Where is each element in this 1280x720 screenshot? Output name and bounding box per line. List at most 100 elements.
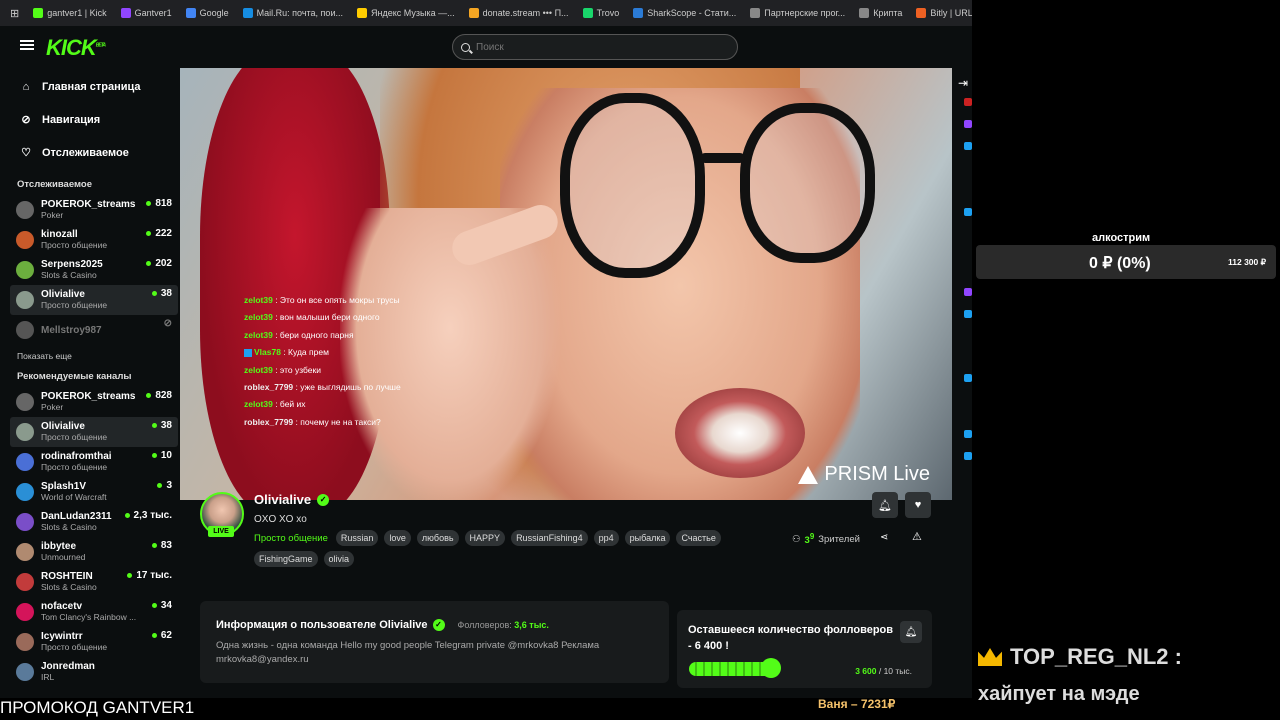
stream-tag[interactable]: olivia bbox=[323, 551, 355, 567]
expand-chat-icon[interactable]: ⇥ bbox=[958, 76, 968, 90]
chat-message: zelot39 : бери одного парня bbox=[244, 327, 401, 344]
donation-goal-title: алкострим bbox=[1092, 232, 1151, 244]
rail-badge bbox=[964, 374, 972, 382]
bookmark-favicon-icon bbox=[859, 8, 870, 18]
nav-browse[interactable]: ⊘ Навигация bbox=[10, 103, 178, 136]
channel-category: Просто общение bbox=[41, 240, 108, 250]
chat-text: : почему не на такси? bbox=[295, 416, 381, 427]
chat-message: roblex_7799 : почему не на такси? bbox=[244, 414, 401, 431]
notification-button[interactable]: 🔔︎ bbox=[872, 492, 898, 518]
rail-badge bbox=[964, 310, 972, 318]
viewer-number: 17 тыс. bbox=[136, 570, 172, 581]
stream-tag[interactable]: Russian bbox=[335, 530, 379, 546]
bookmark-item[interactable]: Google bbox=[185, 8, 229, 18]
bookmark-item[interactable]: Партнерские прог... bbox=[750, 8, 845, 18]
stream-tag[interactable]: Счастье bbox=[676, 530, 721, 546]
apps-grid-icon[interactable]: ⊞ bbox=[10, 7, 19, 20]
bookmark-item[interactable]: gantver1 | Kick bbox=[33, 8, 107, 18]
channel-viewers: 62 bbox=[151, 630, 172, 641]
heart-icon: ♥ bbox=[914, 499, 922, 511]
bookmark-item[interactable]: Крипта bbox=[859, 8, 902, 18]
goal-bell-button[interactable]: 🔔︎ bbox=[900, 621, 922, 643]
sidebar-channel[interactable]: POKEROK_streams Poker 818 bbox=[10, 195, 178, 225]
sidebar-channel[interactable]: Olivialive Просто общение 38 bbox=[10, 417, 178, 447]
obs-overlay-panel bbox=[972, 0, 1280, 720]
channel-category: Poker bbox=[41, 402, 64, 412]
video-frame bbox=[675, 388, 805, 478]
bookmark-item[interactable]: SharkScope - Стати... bbox=[633, 8, 736, 18]
channel-avatar bbox=[16, 483, 34, 501]
live-dot-icon bbox=[151, 543, 157, 548]
stream-tag[interactable]: рыбалка bbox=[624, 530, 671, 546]
sidebar-channel[interactable]: ibbytee Unmourned 83 bbox=[10, 537, 178, 567]
following-section-title: Отслеживаемое bbox=[17, 179, 92, 190]
sidebar-channel[interactable]: kinozall Просто общение 222 bbox=[10, 225, 178, 255]
viewer-number: 202 bbox=[155, 258, 172, 269]
bookmark-favicon-icon bbox=[633, 8, 644, 18]
search-input[interactable] bbox=[476, 41, 716, 53]
channel-viewers: 38 bbox=[151, 420, 172, 431]
offline-icon: ⊘ bbox=[163, 318, 172, 329]
follower-goal-panel: Оставшееся количество фолловеров - 6 400… bbox=[677, 610, 932, 688]
nav-following[interactable]: ♡ Отслеживаемое bbox=[10, 136, 178, 169]
search-bar[interactable] bbox=[452, 34, 738, 60]
bookmark-item[interactable]: Mail.Ru: почта, пои... bbox=[242, 8, 343, 18]
share-icon[interactable]: ⋖ bbox=[880, 532, 888, 543]
stream-tag[interactable]: HAPPY bbox=[464, 530, 506, 546]
rail-badge bbox=[964, 430, 972, 438]
sidebar-channel[interactable]: Splash1V World of Warcraft 3 bbox=[10, 477, 178, 507]
channel-viewers: 818 bbox=[146, 198, 172, 209]
stream-tag[interactable]: RussianFishing4 bbox=[511, 530, 588, 546]
chat-rail bbox=[952, 68, 972, 698]
sidebar-channel[interactable]: ROSHTEIN Slots & Casino 17 тыс. bbox=[10, 567, 178, 597]
sidebar-channel[interactable]: POKEROK_streams Poker 828 bbox=[10, 387, 178, 417]
bookmark-item[interactable]: donate.stream ••• П... bbox=[468, 8, 569, 18]
nav-home[interactable]: ⌂ Главная страница bbox=[10, 70, 178, 103]
viewer-number: 3 bbox=[166, 480, 172, 491]
chat-username: zelot39 bbox=[244, 364, 273, 375]
show-more-link[interactable]: Показать еще bbox=[10, 345, 178, 367]
chat-text: : уже выглядишь по лучше bbox=[295, 382, 401, 393]
watermark-text: PRISM Live bbox=[824, 463, 930, 485]
sidebar-channel[interactable]: rodinafromthai Просто общение 10 bbox=[10, 447, 178, 477]
top-chatter: TOP_REG_NL2 : bbox=[978, 644, 1182, 670]
bookmark-label: Mail.Ru: почта, пои... bbox=[256, 8, 343, 18]
video-frame bbox=[740, 103, 875, 263]
donation-goal-value: 0 ₽ (0%) bbox=[1089, 255, 1151, 272]
stream-tag[interactable]: love bbox=[384, 530, 411, 546]
channel-avatar bbox=[16, 393, 34, 411]
bookmark-item[interactable]: Яндекс Музыка —... bbox=[356, 8, 455, 18]
sidebar-channel[interactable]: DanLudan2311 Slots & Casino 2,3 тыс. bbox=[10, 507, 178, 537]
channel-category: Просто общение bbox=[41, 300, 108, 310]
bookmark-label: SharkScope - Стати... bbox=[647, 8, 737, 18]
channel-category: Просто общение bbox=[41, 432, 108, 442]
sidebar-channel[interactable]: Jonredman IRL bbox=[10, 657, 178, 687]
sidebar-channel[interactable]: Olivialive Просто общение 38 bbox=[10, 285, 178, 315]
stream-tag[interactable]: pp4 bbox=[593, 530, 619, 546]
bookmark-item[interactable]: Trovo bbox=[582, 8, 619, 18]
follow-button[interactable]: ♥ bbox=[905, 492, 931, 518]
kick-logo[interactable]: KICKBETA bbox=[46, 35, 106, 61]
verified-icon: ✓ bbox=[317, 493, 330, 506]
channel-avatar bbox=[16, 543, 34, 561]
channel-viewers: 202 bbox=[146, 258, 172, 269]
category-link[interactable]: Просто общение bbox=[254, 533, 328, 544]
streamer-name[interactable]: Olivialive ✓ bbox=[254, 492, 330, 507]
stream-tag[interactable]: FishingGame bbox=[254, 551, 318, 567]
video-player[interactable]: zelot39 : Это он все опять мокры трусы ze… bbox=[180, 68, 952, 500]
sidebar-channel[interactable]: nofacetv Tom Clancy's Rainbow ... 34 bbox=[10, 597, 178, 627]
prism-live-watermark: PRISM Live bbox=[798, 463, 930, 486]
chat-message: zelot39 : Это он все опять мокры трусы bbox=[244, 292, 401, 309]
bookmark-favicon-icon bbox=[120, 8, 131, 18]
sidebar-channel[interactable]: Icywintrr Просто общение 62 bbox=[10, 627, 178, 657]
bookmark-item[interactable]: Gantver1 bbox=[120, 8, 172, 18]
report-icon[interactable]: ⚠ bbox=[912, 530, 922, 543]
stream-tag[interactable]: любовь bbox=[416, 530, 459, 546]
channel-avatar bbox=[16, 633, 34, 651]
sidebar-channel[interactable]: Serpens2025 Slots & Casino 202 bbox=[10, 255, 178, 285]
top-chatter-message: хайпует на мэде bbox=[978, 683, 1140, 705]
sidebar-channel[interactable]: Mellstroy987 ⊘ bbox=[10, 315, 178, 345]
bookmark-item[interactable]: Bitly | URL Shortene bbox=[916, 8, 972, 18]
menu-icon[interactable] bbox=[20, 40, 34, 50]
stream-title: OXO XO xo bbox=[254, 514, 307, 525]
